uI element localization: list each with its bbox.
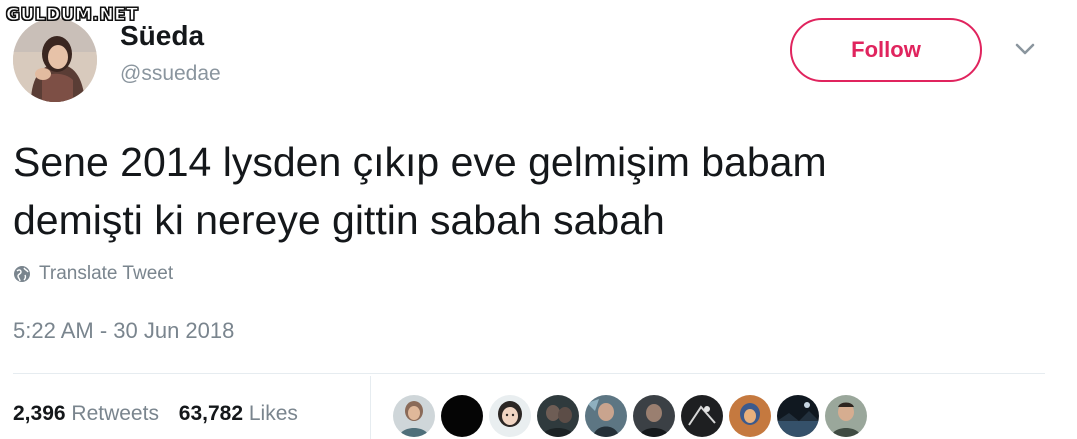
tweet-text: Sene 2014 lysden çıkıp eve gelmişim baba… (13, 133, 1053, 249)
avatar-image (537, 395, 579, 437)
avatar-image (489, 395, 531, 437)
follow-button[interactable]: Follow (790, 18, 982, 82)
globe-icon (14, 266, 30, 282)
tweet-stats: 2,396 Retweets 63,782 Likes (13, 402, 298, 426)
liker-avatar-9[interactable] (777, 395, 819, 437)
liker-avatar-3[interactable] (489, 395, 531, 437)
liker-avatar-4[interactable] (537, 395, 579, 437)
avatar-image (585, 395, 627, 437)
tweet-text-line-2: demişti ki nereye gittin sabah sabah (13, 197, 665, 243)
retweets-count: 2,396 (13, 402, 66, 425)
chevron-down-icon (1015, 43, 1035, 55)
likes-count: 63,782 (178, 402, 244, 425)
tweet-card: GULDUM.NET Süeda @ssuedae Follow Sene 20… (0, 0, 1077, 439)
likes-stat[interactable]: 63,782 Likes (179, 402, 298, 425)
liker-avatar-6[interactable] (633, 395, 675, 437)
tweet-timestamp[interactable]: 5:22 AM - 30 Jun 2018 (13, 318, 234, 344)
avatar[interactable] (13, 18, 97, 102)
translate-tweet-link[interactable]: Translate Tweet (13, 263, 173, 285)
avatar-image (393, 395, 435, 437)
more-options-button[interactable] (1012, 40, 1038, 58)
avatar-image (13, 18, 97, 102)
liker-avatar-5[interactable] (585, 395, 627, 437)
avatar-image (633, 395, 675, 437)
site-watermark: GULDUM.NET (5, 5, 139, 26)
retweets-label: Retweets (71, 402, 159, 425)
avatar-image (681, 395, 723, 437)
likes-label: Likes (248, 402, 298, 425)
liker-avatar-1[interactable] (393, 395, 435, 437)
retweets-stat[interactable]: 2,396 Retweets (13, 402, 165, 425)
avatar-image (777, 395, 819, 437)
avatar-image (825, 395, 867, 437)
avatar-image (441, 395, 483, 437)
translate-tweet-label: Translate Tweet (39, 263, 174, 284)
liker-avatar-10[interactable] (825, 395, 867, 437)
tweet-text-line-1: Sene 2014 lysden çıkıp eve gelmişim baba… (13, 139, 827, 185)
liker-avatar-8[interactable] (729, 395, 771, 437)
liker-avatars (393, 395, 867, 439)
liker-avatar-2[interactable] (441, 395, 483, 437)
liker-avatar-7[interactable] (681, 395, 723, 437)
user-handle[interactable]: @ssuedae (120, 62, 221, 86)
stats-separator (370, 376, 371, 439)
divider (13, 373, 1045, 374)
avatar-image (729, 395, 771, 437)
